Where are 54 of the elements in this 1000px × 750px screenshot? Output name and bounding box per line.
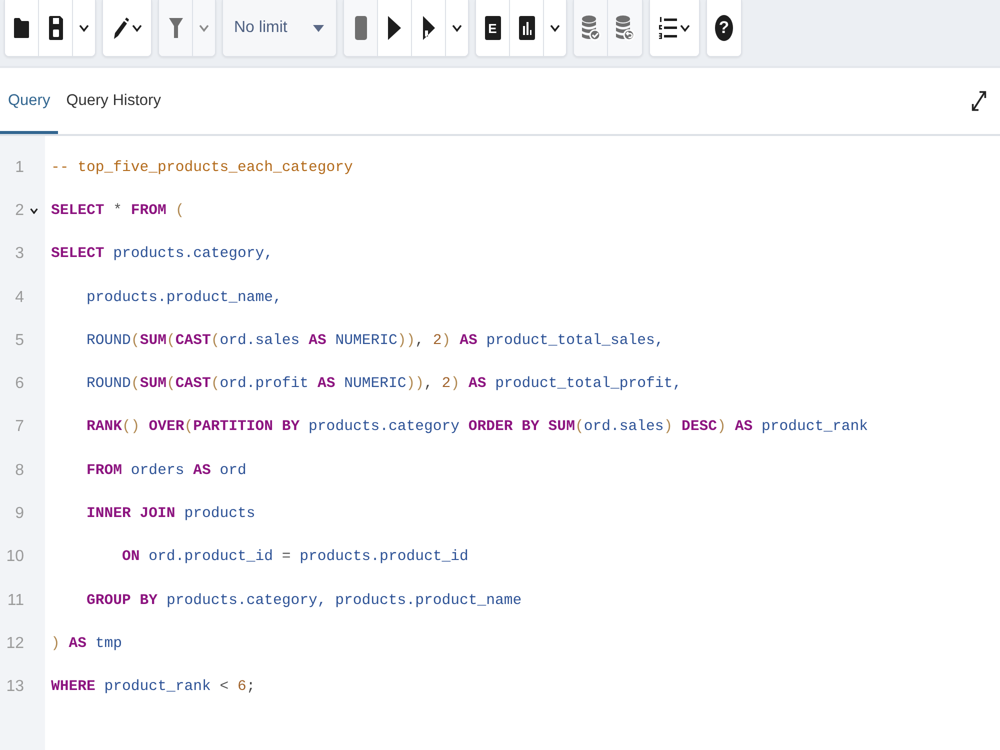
pencil-icon bbox=[112, 16, 128, 40]
line-number: 13 bbox=[6, 678, 24, 696]
line-number: 1 bbox=[15, 158, 24, 177]
line-number: 12 bbox=[6, 634, 24, 653]
numbered-list-icon bbox=[659, 16, 677, 40]
help-button[interactable]: ? bbox=[707, 0, 741, 56]
explain-button[interactable]: E bbox=[476, 0, 510, 56]
line-number: 3 bbox=[15, 245, 24, 264]
line-number: 10 bbox=[6, 548, 24, 566]
code-line: ROUND(SUM(CAST(ord.profit AS NUMERIC)), 2) AS product_total_profit, bbox=[86, 376, 682, 392]
expand-icon[interactable] bbox=[971, 90, 987, 112]
chevron-down-icon bbox=[452, 24, 462, 32]
code-line: FROM orders AS ord bbox=[86, 462, 246, 479]
chevron-down-icon bbox=[132, 24, 142, 32]
execute-button[interactable] bbox=[378, 0, 412, 56]
line-number: 7 bbox=[15, 418, 24, 436]
database-undo-icon bbox=[615, 15, 635, 41]
code-line: ) AS tmp bbox=[51, 636, 122, 652]
line-number: 2 bbox=[15, 202, 24, 220]
chevron-down-icon bbox=[79, 24, 89, 32]
save-button[interactable] bbox=[39, 0, 73, 56]
code-line: WHERE product_rank < 6; bbox=[51, 679, 256, 696]
code-line: RANK() OVER(PARTITION BY products.category ORDER BY SUM(ord.sales) DESC) AS product_rank bbox=[86, 419, 868, 436]
row-limit-select[interactable]: No limit bbox=[223, 0, 336, 56]
chevron-down-icon bbox=[680, 24, 690, 32]
explain-analyze-button[interactable] bbox=[510, 0, 544, 56]
database-check-icon bbox=[580, 15, 600, 41]
line-number: 9 bbox=[15, 505, 24, 524]
play-script-icon bbox=[422, 16, 434, 40]
code-line: -- top_five_products_each_category bbox=[51, 160, 353, 176]
bar-chart-icon bbox=[518, 16, 534, 40]
code-line: ON ord.product_id = products.product_id bbox=[122, 549, 468, 566]
funnel-icon bbox=[168, 16, 182, 40]
play-icon bbox=[388, 16, 401, 40]
folder-icon bbox=[13, 16, 30, 40]
code-line: GROUP BY products.category, products.product_name bbox=[86, 592, 522, 609]
line-number: 4 bbox=[15, 288, 24, 307]
code-line: ROUND(SUM(CAST(ord.sales AS NUMERIC)), 2) AS product_total_sales, bbox=[86, 332, 664, 349]
caret-down-icon bbox=[313, 24, 324, 32]
execute-script-button[interactable] bbox=[412, 0, 446, 56]
code-line: SELECT * FROM ( bbox=[51, 202, 184, 219]
code-line: SELECT products.category, bbox=[51, 246, 273, 262]
open-file-button[interactable] bbox=[5, 0, 39, 56]
code-line: products.product_name, bbox=[86, 290, 282, 306]
line-number: 11 bbox=[7, 592, 24, 610]
stop-icon bbox=[354, 16, 366, 40]
code-line: INNER JOIN products bbox=[86, 506, 256, 522]
chevron-down-icon bbox=[550, 24, 560, 32]
line-number: 8 bbox=[15, 462, 24, 480]
line-number: 5 bbox=[15, 332, 24, 350]
chevron-down-icon[interactable] bbox=[30, 208, 38, 214]
chevron-down-icon bbox=[199, 24, 209, 32]
line-number: 6 bbox=[15, 375, 24, 394]
tab[interactable]: Query History bbox=[58, 68, 169, 134]
